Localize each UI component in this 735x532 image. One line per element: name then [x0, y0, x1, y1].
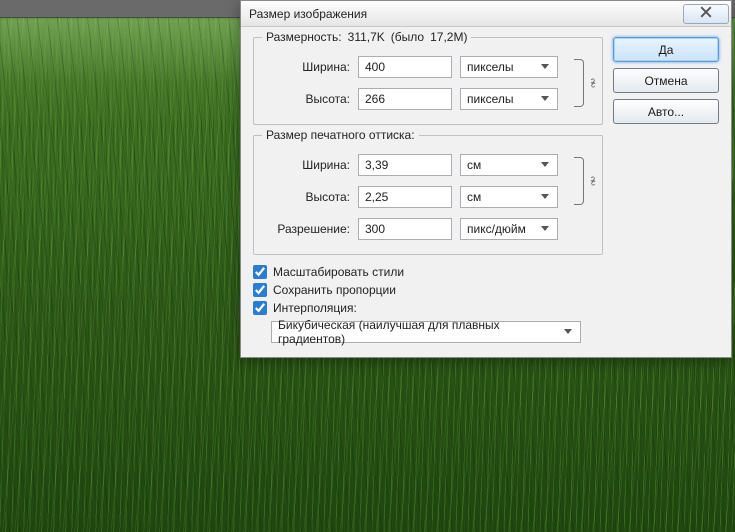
resolution-label: Разрешение: [264, 222, 350, 236]
chevron-down-icon [537, 188, 553, 206]
chevron-down-icon [537, 220, 553, 238]
pixel-height-label: Высота: [264, 92, 350, 106]
combo-value: пикселы [467, 92, 514, 106]
chain-icon[interactable] [586, 174, 600, 188]
scale-styles-checkbox[interactable] [253, 265, 267, 279]
pixel-width-unit-combo[interactable]: пикселы [460, 56, 558, 78]
print-height-input[interactable] [358, 186, 452, 208]
constrain-checkbox[interactable] [253, 283, 267, 297]
close-button[interactable] [683, 4, 729, 24]
print-width-unit-combo[interactable]: см [460, 154, 558, 176]
constrain-label: Сохранить пропорции [273, 283, 396, 297]
close-icon [700, 6, 712, 21]
resolution-unit-combo[interactable]: пикс/дюйм [460, 218, 558, 240]
combo-value: пикс/дюйм [467, 222, 526, 236]
auto-button[interactable]: Авто... [613, 99, 719, 124]
pixel-height-unit-combo[interactable]: пикселы [460, 88, 558, 110]
chevron-down-icon [537, 58, 553, 76]
dialog-titlebar[interactable]: Размер изображения [241, 1, 731, 27]
ok-button[interactable]: Да [613, 37, 719, 62]
image-size-dialog: Размер изображения Размерность: 311,7K (… [240, 0, 732, 358]
pixel-dimensions-group: Размерность: 311,7K (было 17,2M) Ширина:… [253, 37, 603, 125]
constrain-checkbox-row[interactable]: Сохранить пропорции [253, 283, 603, 297]
print-size-group: Размер печатного оттиска: Ширина: см [253, 135, 603, 255]
pixel-link-bracket [566, 56, 592, 110]
scale-styles-label: Масштабировать стили [273, 265, 404, 279]
combo-value: см [467, 190, 481, 204]
print-height-unit-combo[interactable]: см [460, 186, 558, 208]
combo-value: пикселы [467, 60, 514, 74]
pixel-dimensions-legend: Размерность: 311,7K (было 17,2M) [262, 30, 471, 44]
interpolation-method-combo[interactable]: Бикубическая (наилучшая для плавных град… [271, 321, 581, 343]
cancel-button[interactable]: Отмена [613, 68, 719, 93]
interpolate-checkbox[interactable] [253, 301, 267, 315]
pixel-width-input[interactable] [358, 56, 452, 78]
chevron-down-icon [561, 323, 576, 341]
interpolate-checkbox-row[interactable]: Интерполяция: [253, 301, 603, 315]
dialog-title: Размер изображения [249, 7, 367, 21]
print-link-bracket [566, 154, 592, 208]
print-width-label: Ширина: [264, 158, 350, 172]
scale-styles-checkbox-row[interactable]: Масштабировать стили [253, 265, 603, 279]
chain-icon[interactable] [586, 76, 600, 90]
interpolate-label: Интерполяция: [273, 301, 357, 315]
chevron-down-icon [537, 90, 553, 108]
chevron-down-icon [537, 156, 553, 174]
combo-value: Бикубическая (наилучшая для плавных град… [278, 318, 561, 346]
print-height-label: Высота: [264, 190, 350, 204]
combo-value: см [467, 158, 481, 172]
resolution-input[interactable] [358, 218, 452, 240]
print-width-input[interactable] [358, 154, 452, 176]
pixel-width-label: Ширина: [264, 60, 350, 74]
pixel-height-input[interactable] [358, 88, 452, 110]
print-size-legend: Размер печатного оттиска: [262, 128, 419, 142]
